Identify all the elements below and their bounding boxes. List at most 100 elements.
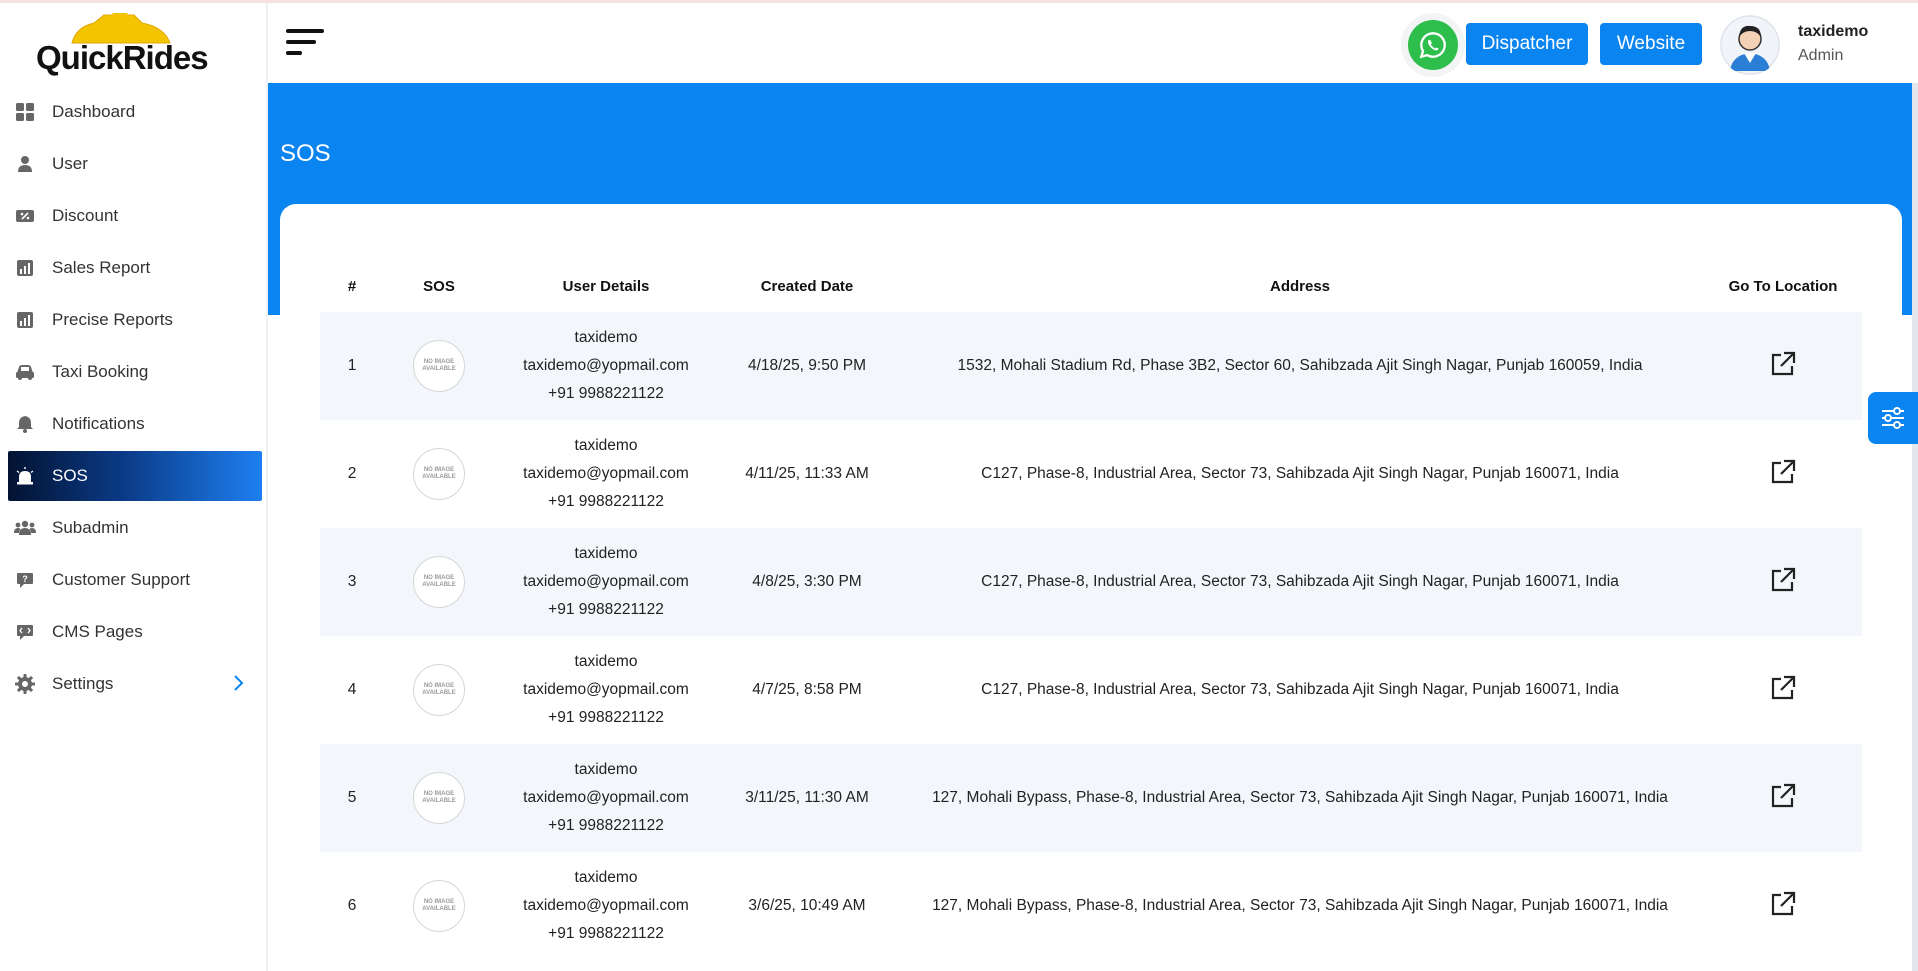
user-avatar[interactable] xyxy=(1720,15,1780,75)
sos-table: # SOS User Details Created Date Address … xyxy=(320,260,1862,960)
sidebar-item-customer-support[interactable]: ? Customer Support xyxy=(8,555,262,605)
external-link-icon[interactable] xyxy=(1770,675,1796,706)
user-details-cell: taxidemo taxidemo@yopmail.com +91 998822… xyxy=(494,852,718,960)
dispatcher-button[interactable]: Dispatcher xyxy=(1466,23,1588,65)
user-phone: +91 9988221122 xyxy=(548,493,664,510)
svg-text:?: ? xyxy=(22,574,28,584)
external-link-icon[interactable] xyxy=(1770,567,1796,598)
go-to-location-cell xyxy=(1704,420,1862,528)
sidebar-item-label: Precise Reports xyxy=(52,310,173,329)
header-user-name: taxidemo xyxy=(1798,23,1869,40)
chart-icon xyxy=(14,309,36,331)
sidebar-item-label: Subadmin xyxy=(52,518,129,537)
sidebar-item-user[interactable]: User xyxy=(8,139,262,189)
row-number: 1 xyxy=(320,312,384,420)
user-phone: +91 9988221122 xyxy=(548,817,664,834)
sidebar-item-discount[interactable]: Discount xyxy=(8,191,262,241)
external-link-icon[interactable] xyxy=(1770,891,1796,922)
external-link-icon[interactable] xyxy=(1770,459,1796,490)
user-phone: +91 9988221122 xyxy=(548,925,664,942)
discount-icon xyxy=(14,205,36,227)
sidebar-item-sales-report[interactable]: Sales Report xyxy=(8,243,262,293)
column-header-go-to-location: Go To Location xyxy=(1728,277,1838,295)
sidebar-item-label: SOS xyxy=(52,466,88,485)
go-to-location-cell xyxy=(1704,636,1862,744)
no-image-placeholder: NO IMAGE AVAILABLE xyxy=(413,448,465,500)
sidebar-item-dashboard[interactable]: Dashboard xyxy=(8,87,262,137)
go-to-location-cell xyxy=(1704,852,1862,960)
sidebar-item-label: CMS Pages xyxy=(52,622,143,641)
sidebar-item-sos[interactable]: SOS xyxy=(8,451,262,501)
column-header-address: Address xyxy=(1269,277,1331,295)
user-name: taxidemo xyxy=(574,761,638,778)
column-header-created-date: Created Date xyxy=(760,277,854,295)
user-details-cell: taxidemo taxidemo@yopmail.com +91 998822… xyxy=(494,744,718,852)
sos-image-cell: NO IMAGE AVAILABLE xyxy=(384,852,494,960)
no-image-placeholder: NO IMAGE AVAILABLE xyxy=(413,880,465,932)
user-name: taxidemo xyxy=(574,329,638,346)
address: 1532, Mohali Stadium Rd, Phase 3B2, Sect… xyxy=(896,312,1704,420)
top-header: Dispatcher Website taxidemo Admin xyxy=(268,3,1918,83)
website-button[interactable]: Website xyxy=(1600,23,1702,65)
created-date: 4/8/25, 3:30 PM xyxy=(718,528,896,636)
user-phone: +91 9988221122 xyxy=(548,601,664,618)
table-row: 4 NO IMAGE AVAILABLE taxidemo taxidemo@y… xyxy=(320,636,1862,744)
address: C127, Phase-8, Industrial Area, Sector 7… xyxy=(896,528,1704,636)
address: 127, Mohali Bypass, Phase-8, Industrial … xyxy=(932,897,1668,914)
sidebar-item-label: Notifications xyxy=(52,414,145,433)
user-phone: +91 9988221122 xyxy=(548,709,664,726)
sliders-icon xyxy=(1882,407,1904,429)
sidebar-item-cms-pages[interactable]: CMS Pages xyxy=(8,607,262,657)
siren-icon xyxy=(14,465,36,487)
taxi-icon xyxy=(14,361,36,383)
gear-icon xyxy=(14,673,36,695)
user-email: taxidemo@yopmail.com xyxy=(523,897,689,914)
page-title: SOS xyxy=(280,140,331,167)
header-user-role: Admin xyxy=(1798,47,1844,64)
row-number: 3 xyxy=(320,528,384,636)
sidebar-item-taxi-booking[interactable]: Taxi Booking xyxy=(8,347,262,397)
table-row: 3 NO IMAGE AVAILABLE taxidemo taxidemo@y… xyxy=(320,528,1862,636)
go-to-location-cell xyxy=(1704,528,1862,636)
no-image-placeholder: NO IMAGE AVAILABLE xyxy=(413,664,465,716)
created-date: 4/7/25, 8:58 PM xyxy=(752,681,862,698)
no-image-placeholder: NO IMAGE AVAILABLE xyxy=(413,340,465,392)
filter-settings-button[interactable] xyxy=(1868,392,1918,444)
external-link-icon[interactable] xyxy=(1770,783,1796,814)
user-details-cell: taxidemo taxidemo@yopmail.com +91 998822… xyxy=(494,420,718,528)
sidebar-item-settings[interactable]: Settings xyxy=(8,659,262,709)
address: C127, Phase-8, Industrial Area, Sector 7… xyxy=(981,465,1619,482)
row-number: 2 xyxy=(347,465,357,482)
user-name: taxidemo xyxy=(574,869,638,886)
row-number: 6 xyxy=(347,897,357,914)
scrollbar-track[interactable] xyxy=(1912,83,1918,971)
code-chat-icon xyxy=(14,621,36,643)
sidebar-item-label: Dashboard xyxy=(52,102,136,121)
logo-text: QuickRides xyxy=(36,39,209,76)
sidebar-item-notifications[interactable]: Notifications xyxy=(8,399,262,449)
sidebar-item-label: Discount xyxy=(52,206,119,225)
sidebar-item-subadmin[interactable]: Subadmin xyxy=(8,503,262,553)
sos-image-cell: NO IMAGE AVAILABLE xyxy=(384,636,494,744)
no-image-placeholder: NO IMAGE AVAILABLE xyxy=(413,772,465,824)
external-link-icon[interactable] xyxy=(1770,351,1796,382)
quickrides-logo[interactable]: QuickRides xyxy=(36,13,209,79)
sidebar-nav: Dashboard User Discount Sales Report Precise… xyxy=(8,87,262,711)
user-name: taxidemo xyxy=(574,545,638,562)
created-date: 4/11/25, 11:33 AM xyxy=(745,465,869,482)
column-header-number: # xyxy=(347,277,357,295)
chart-icon xyxy=(14,257,36,279)
user-icon xyxy=(14,153,36,175)
sidebar: QuickRides Dashboard User Discount Sales Re… xyxy=(0,3,268,971)
created-date: 3/6/25, 10:49 AM xyxy=(748,897,866,914)
user-email: taxidemo@yopmail.com xyxy=(523,357,689,374)
user-email: taxidemo@yopmail.com xyxy=(523,789,689,806)
sidebar-item-label: Customer Support xyxy=(52,570,190,589)
sos-image-cell: NO IMAGE AVAILABLE xyxy=(384,312,494,420)
whatsapp-button[interactable] xyxy=(1401,13,1465,77)
menu-toggle-button[interactable] xyxy=(286,29,326,61)
sos-image-cell: NO IMAGE AVAILABLE xyxy=(384,528,494,636)
go-to-location-cell xyxy=(1704,312,1862,420)
sidebar-item-label: User xyxy=(52,154,88,173)
sidebar-item-precise-reports[interactable]: Precise Reports xyxy=(8,295,262,345)
